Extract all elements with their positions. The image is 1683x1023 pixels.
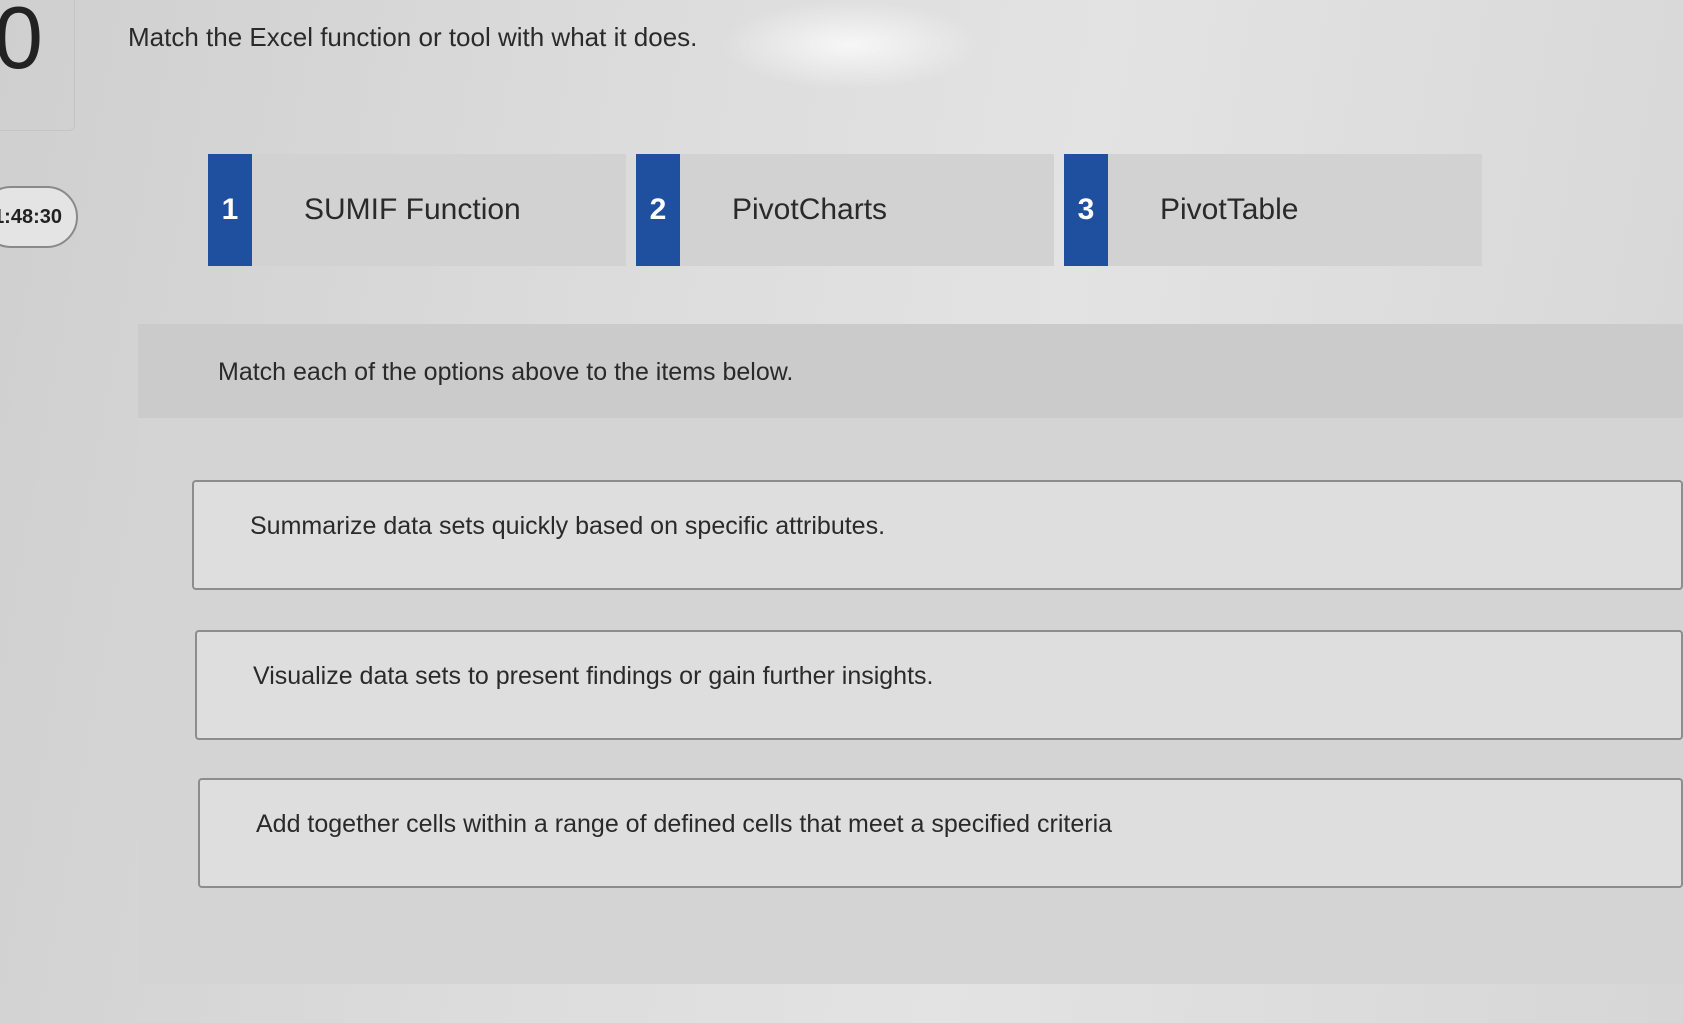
option-pivottable[interactable]: 3 PivotTable [1064,154,1482,266]
option-label: PivotCharts [732,193,888,226]
match-drop-target-1[interactable]: Summarize data sets quickly based on spe… [192,480,1683,590]
option-label: PivotTable [1160,193,1299,226]
quiz-page: 0 1:48:30 Match the Excel function or to… [0,0,1683,1023]
screen-glare [720,0,980,90]
option-number-badge: 1 [208,154,252,266]
match-drop-target-3[interactable]: Add together cells within a range of def… [198,778,1683,888]
matching-panel: Match each of the options above to the i… [138,324,1683,984]
option-pivotcharts[interactable]: 2 PivotCharts [636,154,1054,266]
option-sumif[interactable]: 1 SUMIF Function [208,154,626,266]
match-item-text: Add together cells within a range of def… [256,810,1113,838]
option-number-badge: 3 [1064,154,1108,266]
option-number-badge: 2 [636,154,680,266]
question-number: 0 [0,0,43,87]
match-drop-target-2[interactable]: Visualize data sets to present findings … [195,630,1683,740]
timer-badge: 1:48:30 [0,186,78,248]
match-item-text: Visualize data sets to present findings … [253,662,934,690]
options-row: 1 SUMIF Function 2 PivotCharts 3 PivotTa… [208,154,1484,266]
match-item-text: Summarize data sets quickly based on spe… [250,512,886,540]
matching-header: Match each of the options above to the i… [138,324,1683,418]
question-number-panel: 0 [0,0,75,131]
option-label: SUMIF Function [304,193,521,226]
matching-instructions: Match each of the options above to the i… [218,358,794,386]
question-title: Match the Excel function or tool with wh… [128,22,698,52]
